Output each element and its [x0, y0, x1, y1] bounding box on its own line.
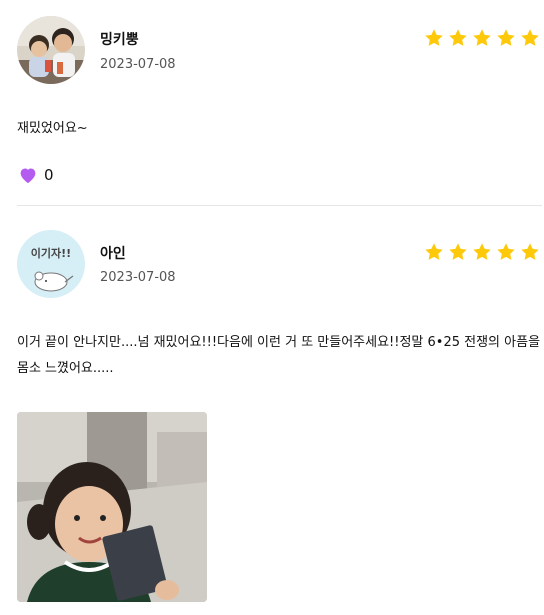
review-username: 아인 — [100, 246, 126, 262]
star-icon — [497, 243, 515, 260]
star-icon — [473, 29, 491, 46]
star-icon — [497, 29, 515, 46]
children-photo-avatar — [17, 16, 85, 84]
star-icon — [473, 243, 491, 260]
review-date: 2023-07-08 — [100, 57, 176, 72]
review-photo[interactable] — [17, 412, 207, 602]
star-rating — [423, 27, 541, 49]
star-rating — [423, 241, 541, 263]
like-count: 0 — [44, 166, 54, 184]
heart-icon — [20, 168, 36, 184]
star-icon — [425, 29, 443, 46]
star-icon — [521, 29, 539, 46]
user-avatar[interactable] — [17, 16, 85, 84]
cartoon-avatar: 이기자!! — [17, 230, 85, 298]
review-username: 밍키뿡 — [100, 32, 139, 48]
star-icon — [425, 243, 443, 260]
review-text: 이거 끝이 안나지만....넘 재밌어요!!!다음에 이런 거 또 만들어주세요… — [17, 335, 541, 376]
review-date: 2023-07-08 — [100, 270, 176, 285]
user-avatar[interactable]: 이기자!! — [17, 230, 85, 298]
review-item: 밍키뿡 2023-07-08 재밌었어요~ 0 — [0, 0, 544, 206]
review-item: 이기자!! 아인 2023-07-08 이거 끝이 안나지만....넘 재밌어요… — [0, 206, 544, 615]
star-icon — [521, 243, 539, 260]
star-icon — [449, 243, 467, 260]
star-icon — [449, 29, 467, 46]
review-text: 재밌었어요~ — [17, 121, 88, 136]
like-button[interactable]: 0 — [18, 166, 54, 184]
avatar-caption: 이기자!! — [31, 246, 71, 260]
child-holding-booklet-photo — [17, 412, 207, 602]
